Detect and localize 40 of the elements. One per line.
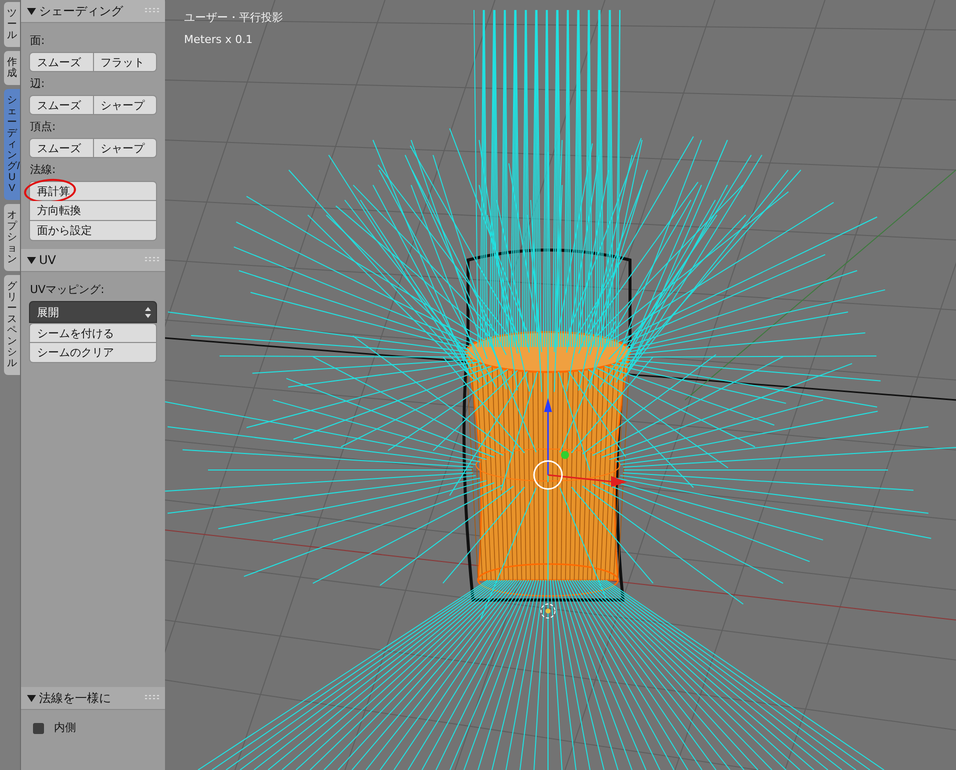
option-button[interactable]: フラット [94, 52, 157, 72]
checkbox[interactable] [33, 722, 44, 734]
operator-button[interactable]: 面から設定 [29, 221, 157, 241]
checkbox-label: 内側 [54, 720, 76, 736]
drag-grip-icon[interactable] [145, 8, 159, 14]
option-button[interactable]: スムーズ [29, 138, 94, 158]
expanded-triangle-icon[interactable] [27, 6, 36, 16]
panel-header[interactable]: シェーディング [21, 0, 165, 23]
panel-header[interactable]: 法線を一様に [21, 687, 165, 710]
sidebar-tab[interactable]: ツール [4, 2, 20, 47]
panel-header[interactable]: UV [21, 249, 165, 272]
section-label: 頂点: [30, 119, 57, 134]
3d-cursor-icon [540, 604, 556, 618]
operator-button[interactable]: 方向転換 [29, 201, 157, 221]
transform-gizmo-icon[interactable] [533, 398, 627, 490]
drag-grip-icon[interactable] [145, 257, 159, 263]
units-label: Meters x 0.1 [184, 33, 254, 46]
sidebar-tab[interactable]: オプション [4, 204, 20, 271]
sidebar-tab[interactable]: 作成 [4, 51, 20, 85]
operator-button[interactable]: シームを付ける [29, 323, 157, 343]
dropdown[interactable]: 展開 [29, 301, 157, 323]
option-button[interactable]: スムーズ [29, 95, 94, 115]
sidebar-tab[interactable]: シェーディング/UV [4, 89, 20, 200]
section-label: 辺: [30, 76, 46, 91]
section-label: 法線: [30, 162, 57, 177]
expanded-triangle-icon[interactable] [27, 694, 36, 702]
view-label: ユーザー・平行投影 [184, 10, 283, 25]
drag-grip-icon[interactable] [145, 695, 159, 701]
section-label: UVマッピング: [30, 282, 106, 297]
section-label: 面: [30, 33, 46, 48]
expanded-triangle-icon[interactable] [27, 256, 36, 264]
option-button[interactable]: シャープ [94, 95, 157, 115]
panel-title: シェーディング [39, 2, 124, 20]
operator-button[interactable]: シームのクリア [29, 343, 157, 363]
sidebar-tab[interactable]: グリースペンシル [4, 275, 20, 375]
option-button[interactable]: スムーズ [29, 52, 94, 72]
panel-title: UV [39, 253, 57, 267]
panel-title: 法線を一様に [39, 690, 112, 706]
option-button[interactable]: シャープ [94, 138, 157, 158]
up-down-arrows-icon [145, 306, 151, 318]
